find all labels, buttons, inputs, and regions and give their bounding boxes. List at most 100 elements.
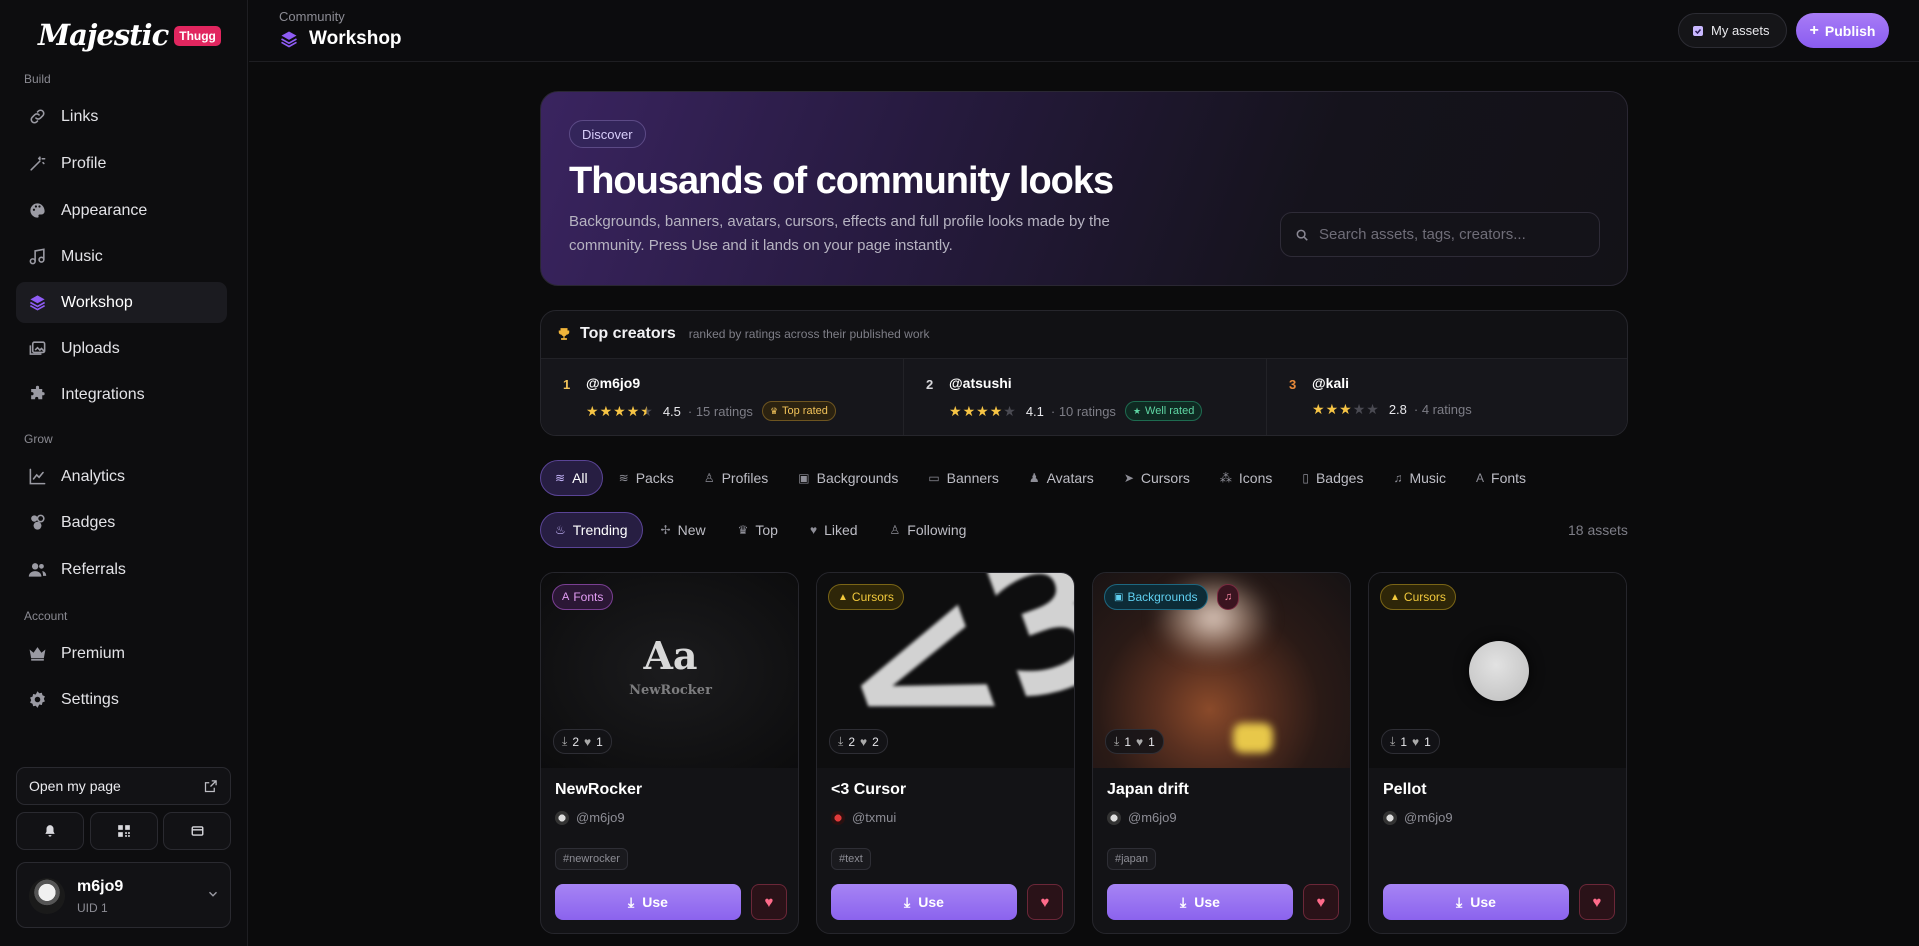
filter-badges[interactable]: ▯ Badges [1288, 460, 1377, 496]
open-my-page-button[interactable]: Open my page [16, 767, 231, 805]
asset-card[interactable]: ▲ Cursors ⤓ 1 ♥ 1 Pellot @m6jo9 ⤓ Use ♥ [1368, 572, 1627, 934]
filter-music[interactable]: ♫ Music [1379, 460, 1460, 496]
avatar [1107, 810, 1121, 825]
download-count: 1 [1124, 734, 1131, 749]
creator-handle[interactable]: @kali [1312, 375, 1349, 391]
sidebar-item-workshop[interactable]: Workshop [16, 282, 227, 323]
asset-name[interactable]: Pellot [1383, 781, 1427, 799]
asset-card[interactable]: <3 ▲ Cursors ⤓ 2 ♥ 2 <3 Cursor @txmui #text… [816, 572, 1075, 934]
filter-label: Icons [1238, 470, 1273, 486]
notifications-button[interactable] [16, 812, 84, 850]
creator-handle[interactable]: @m6jo9 [586, 375, 640, 391]
asset-hashtag[interactable]: #japan [1107, 848, 1157, 870]
asset-author[interactable]: @m6jo9 [1107, 810, 1177, 825]
asset-author[interactable]: @txmui [831, 810, 896, 825]
sidebar-item-badges[interactable]: Badges [16, 502, 227, 543]
filter-fonts[interactable]: A Fonts [1462, 460, 1540, 496]
filter-label: Avatars [1046, 470, 1094, 486]
link-icon [30, 109, 45, 124]
sidebar-item-label: Uploads [61, 339, 120, 357]
music-note-icon: ♫ [1224, 591, 1233, 603]
sidebar-item-settings[interactable]: Settings [16, 679, 227, 720]
star-half-icon: ★ [640, 402, 653, 419]
creator-entry[interactable]: 3 @kali ★ ★ ★ ★ ★ 2.8 · 4 ratings [1267, 359, 1627, 435]
asset-name[interactable]: Japan drift [1107, 781, 1189, 799]
filter-cursors[interactable]: ➤ Cursors [1110, 460, 1204, 496]
like-button[interactable]: ♥ [1303, 884, 1339, 920]
breadcrumb[interactable]: Community [279, 9, 345, 24]
asset-author[interactable]: @m6jo9 [555, 810, 625, 825]
app-root: Majestic Thugg Build Links Profile Appea… [0, 0, 1919, 946]
asset-card[interactable]: ▣ Backgrounds ♫ ⤓ 1 ♥ 1 Japan drift @m6jo9 … [1092, 572, 1351, 934]
trophy-icon [558, 328, 570, 340]
sidebar-item-integrations[interactable]: Integrations [16, 374, 227, 415]
filter-packs[interactable]: ≋ Packs [605, 460, 688, 496]
heart-icon: ♥ [809, 523, 818, 537]
asset-stats: ⤓ 1 ♥ 1 [1381, 729, 1440, 754]
filter-all[interactable]: ≋ All [540, 460, 603, 496]
gear-icon [30, 691, 45, 708]
sort-tab-top[interactable]: ♛ Top [724, 512, 792, 548]
filter-banners[interactable]: ▭ Banners [914, 460, 1013, 496]
sidebar-item-music[interactable]: Music [16, 236, 227, 277]
line-chart-icon [29, 468, 46, 485]
sprout-icon: ✢ [660, 523, 671, 537]
sidebar-item-referrals[interactable]: Referrals [16, 549, 227, 590]
flame-icon: ♨ [555, 523, 566, 537]
sort-tab-trending[interactable]: ♨ Trending [540, 512, 643, 548]
filter-profiles[interactable]: ♙ Profiles [690, 460, 782, 496]
bell-icon [45, 825, 55, 837]
like-button[interactable]: ♥ [1027, 884, 1063, 920]
asset-hashtag[interactable]: #text [831, 848, 871, 870]
search-box[interactable] [1280, 212, 1600, 257]
star-icon: ★ [613, 402, 626, 419]
my-assets-button[interactable]: My assets [1678, 13, 1787, 48]
asset-name[interactable]: NewRocker [555, 781, 642, 799]
hero-banner: Discover Thousands of community looks Ba… [540, 91, 1628, 286]
filter-avatars[interactable]: ♟ Avatars [1015, 460, 1108, 496]
like-count: 1 [596, 734, 603, 749]
use-button[interactable]: ⤓ Use [555, 884, 741, 920]
sidebar-item-label: Referrals [61, 560, 126, 578]
sidebar-item-links[interactable]: Links [16, 96, 227, 137]
use-button[interactable]: ⤓ Use [831, 884, 1017, 920]
category-tag-label: Cursors [1403, 590, 1446, 604]
filter-icons[interactable]: ⁂ Icons [1206, 460, 1286, 496]
sidebar-item-appearance[interactable]: Appearance [16, 190, 227, 231]
wallet-button[interactable] [163, 812, 231, 850]
sort-tab-liked[interactable]: ♥ Liked [796, 512, 872, 548]
sort-tab-new[interactable]: ✢ New [647, 512, 720, 548]
search-input[interactable] [1319, 226, 1589, 243]
thumbnail-dot [1469, 641, 1529, 701]
brand-badge: Thugg [174, 26, 221, 46]
brand-logo[interactable]: Majestic Thugg [38, 18, 221, 52]
like-button[interactable]: ♥ [1579, 884, 1615, 920]
sidebar-item-profile[interactable]: Profile [16, 143, 227, 184]
asset-card[interactable]: Aa NewRocker A Fonts ⤓ 2 ♥ 1 NewRocker @m6j… [540, 572, 799, 934]
creator-entry[interactable]: 2 @atsushi ★ ★ ★ ★ ★ 4.1 · 10 ratings ★ Well rated [904, 359, 1267, 435]
asset-stats: ⤓ 2 ♥ 2 [829, 729, 888, 754]
asset-hashtag[interactable]: #newrocker [555, 848, 628, 870]
like-button[interactable]: ♥ [751, 884, 787, 920]
my-assets-label: My assets [1711, 23, 1770, 38]
category-tag: A Fonts [552, 584, 614, 610]
user-account-menu[interactable]: m6jo9 UID 1 [16, 862, 231, 928]
sidebar-item-label: Music [61, 247, 103, 265]
asset-author[interactable]: @m6jo9 [1383, 810, 1453, 825]
sidebar-item-premium[interactable]: Premium [16, 633, 227, 674]
category-tag-label: Fonts [573, 590, 604, 604]
creator-entry[interactable]: 1 @m6jo9 ★ ★ ★ ★ ★ 4.5 · 15 ratings ♛ Top rated [541, 359, 904, 435]
creator-handle[interactable]: @atsushi [949, 375, 1012, 391]
heart-icon: ♥ [1136, 734, 1144, 749]
use-button[interactable]: ⤓ Use [1107, 884, 1293, 920]
publish-button[interactable]: + Publish [1796, 13, 1889, 48]
user-plus-icon: ♙ [889, 523, 901, 537]
filter-backgrounds[interactable]: ▣ Backgrounds [784, 460, 912, 496]
sort-label: New [677, 522, 706, 538]
sidebar-item-uploads[interactable]: Uploads [16, 328, 227, 369]
sidebar-item-analytics[interactable]: Analytics [16, 456, 227, 497]
sort-tab-following[interactable]: ♙ Following [876, 512, 981, 548]
use-button[interactable]: ⤓ Use [1383, 884, 1569, 920]
asset-name[interactable]: <3 Cursor [831, 781, 906, 799]
qr-code-button[interactable] [90, 812, 158, 850]
